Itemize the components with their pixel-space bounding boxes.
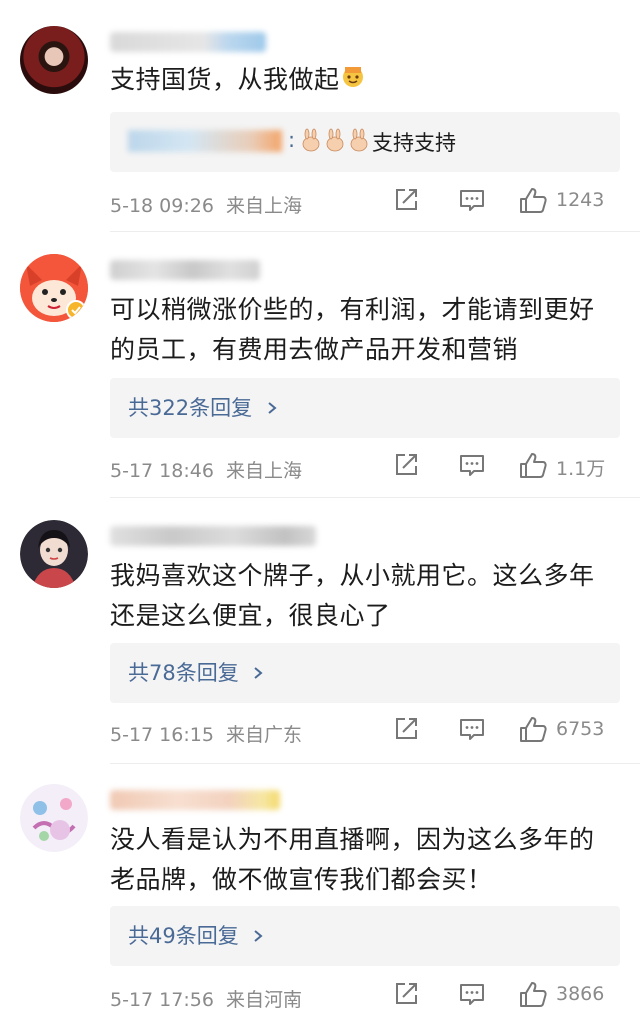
comment-text-line: 的员工，有费用去做产品开发和营销 bbox=[110, 335, 519, 364]
comment-text: 没人看是认为不用直播啊，因为这么多年的 老品牌，做不做宣传我们都会买！ bbox=[110, 820, 630, 900]
share-icon[interactable] bbox=[392, 186, 420, 216]
comment-item: 没人看是认为不用直播啊，因为这么多年的 老品牌，做不做宣传我们都会买！ 共49条… bbox=[0, 764, 640, 1016]
comment-item: 支持国货，从我做起 : 支持支持 5-18 09:26 来自上海 1243 bbox=[0, 0, 640, 232]
comment-actions: 1.1万 bbox=[392, 451, 622, 481]
comment-meta: 5-17 16:15 来自广东 bbox=[110, 720, 302, 747]
replies-box[interactable]: 共322条回复 bbox=[110, 378, 620, 438]
bunny-emoji-icons bbox=[300, 128, 370, 158]
replies-box[interactable]: 共78条回复 bbox=[110, 643, 620, 703]
anime-girl-avatar-icon bbox=[20, 520, 88, 588]
chevron-right-icon bbox=[268, 402, 277, 414]
comment-actions: 3866 bbox=[392, 980, 622, 1010]
thumbs-up-icon[interactable] bbox=[518, 715, 548, 745]
username-blurred[interactable] bbox=[110, 32, 266, 52]
comment-time: 5-18 09:26 bbox=[110, 195, 214, 217]
share-icon[interactable] bbox=[392, 715, 420, 745]
username-blurred[interactable] bbox=[110, 526, 316, 546]
comment-location: 来自上海 bbox=[226, 195, 303, 217]
comment-text: 可以稍微涨价些的，有利润，才能请到更好 的员工，有费用去做产品开发和营销 bbox=[110, 290, 630, 370]
share-icon[interactable] bbox=[392, 980, 420, 1010]
avatar[interactable] bbox=[20, 520, 88, 588]
comment-text-line: 没人看是认为不用直播啊，因为这么多年的 bbox=[110, 825, 595, 854]
comment-item: 我妈喜欢这个牌子，从小就用它。这么多年 还是这么便宜，很良心了 共78条回复 5… bbox=[0, 498, 640, 764]
comment-meta: 5-17 18:46 来自上海 bbox=[110, 456, 302, 483]
comment-text-line: 我妈喜欢这个牌子，从小就用它。这么多年 bbox=[110, 561, 595, 590]
comment-meta: 5-17 17:56 来自河南 bbox=[110, 985, 302, 1012]
comment-actions: 1243 bbox=[392, 186, 622, 216]
reply-preview-box[interactable]: : 支持支持 bbox=[110, 112, 620, 172]
comment-location: 来自河南 bbox=[226, 989, 303, 1011]
like-count: 6753 bbox=[556, 718, 605, 740]
comment-text: 支持国货，从我做起 bbox=[110, 60, 630, 101]
comment-time: 5-17 16:15 bbox=[110, 724, 214, 746]
reply-username-blurred[interactable] bbox=[128, 130, 282, 152]
comment-time: 5-17 18:46 bbox=[110, 460, 214, 482]
comment-icon[interactable] bbox=[458, 451, 486, 481]
comment-icon[interactable] bbox=[458, 980, 486, 1010]
avatar[interactable] bbox=[20, 784, 88, 852]
thumbs-up-icon[interactable] bbox=[518, 980, 548, 1010]
comment-location: 来自广东 bbox=[226, 724, 303, 746]
view-replies-link[interactable]: 共322条回复 bbox=[128, 392, 279, 422]
chevron-right-icon bbox=[254, 930, 263, 942]
comment-text-line: 可以稍微涨价些的，有利润，才能请到更好 bbox=[110, 295, 595, 324]
avatar[interactable] bbox=[20, 254, 88, 322]
replies-box[interactable]: 共49条回复 bbox=[110, 906, 620, 966]
view-replies-link[interactable]: 共78条回复 bbox=[128, 657, 265, 687]
comment-text: 我妈喜欢这个牌子，从小就用它。这么多年 还是这么便宜，很良心了 bbox=[110, 556, 630, 636]
thumbs-up-icon[interactable] bbox=[518, 451, 548, 481]
emoji-icon bbox=[340, 61, 366, 101]
comment-time: 5-17 17:56 bbox=[110, 989, 214, 1011]
reply-colon: : bbox=[288, 128, 296, 152]
comment-text-line: 老品牌，做不做宣传我们都会买！ bbox=[110, 865, 493, 894]
chevron-right-icon bbox=[254, 667, 263, 679]
comment-meta: 5-18 09:26 来自上海 bbox=[110, 191, 302, 218]
comment-icon[interactable] bbox=[458, 186, 486, 216]
share-icon[interactable] bbox=[392, 451, 420, 481]
thumbs-up-icon[interactable] bbox=[518, 186, 548, 216]
comment-location: 来自上海 bbox=[226, 460, 303, 482]
comment-item: 可以稍微涨价些的，有利润，才能请到更好 的员工，有费用去做产品开发和营销 共32… bbox=[0, 232, 640, 498]
avatar[interactable] bbox=[20, 26, 88, 94]
username-blurred[interactable] bbox=[110, 790, 280, 810]
comment-text-line: 还是这么便宜，很良心了 bbox=[110, 601, 391, 630]
like-count: 1243 bbox=[556, 189, 605, 211]
fox-avatar-icon bbox=[20, 254, 88, 322]
comment-icon[interactable] bbox=[458, 715, 486, 745]
like-count: 1.1万 bbox=[556, 458, 606, 480]
like-count: 3866 bbox=[556, 983, 605, 1005]
reply-preview-text: 支持支持 bbox=[372, 131, 456, 155]
doodle-avatar-icon bbox=[20, 784, 88, 852]
username-blurred[interactable] bbox=[110, 260, 260, 280]
view-replies-link[interactable]: 共49条回复 bbox=[128, 920, 265, 950]
comment-actions: 6753 bbox=[392, 715, 622, 745]
